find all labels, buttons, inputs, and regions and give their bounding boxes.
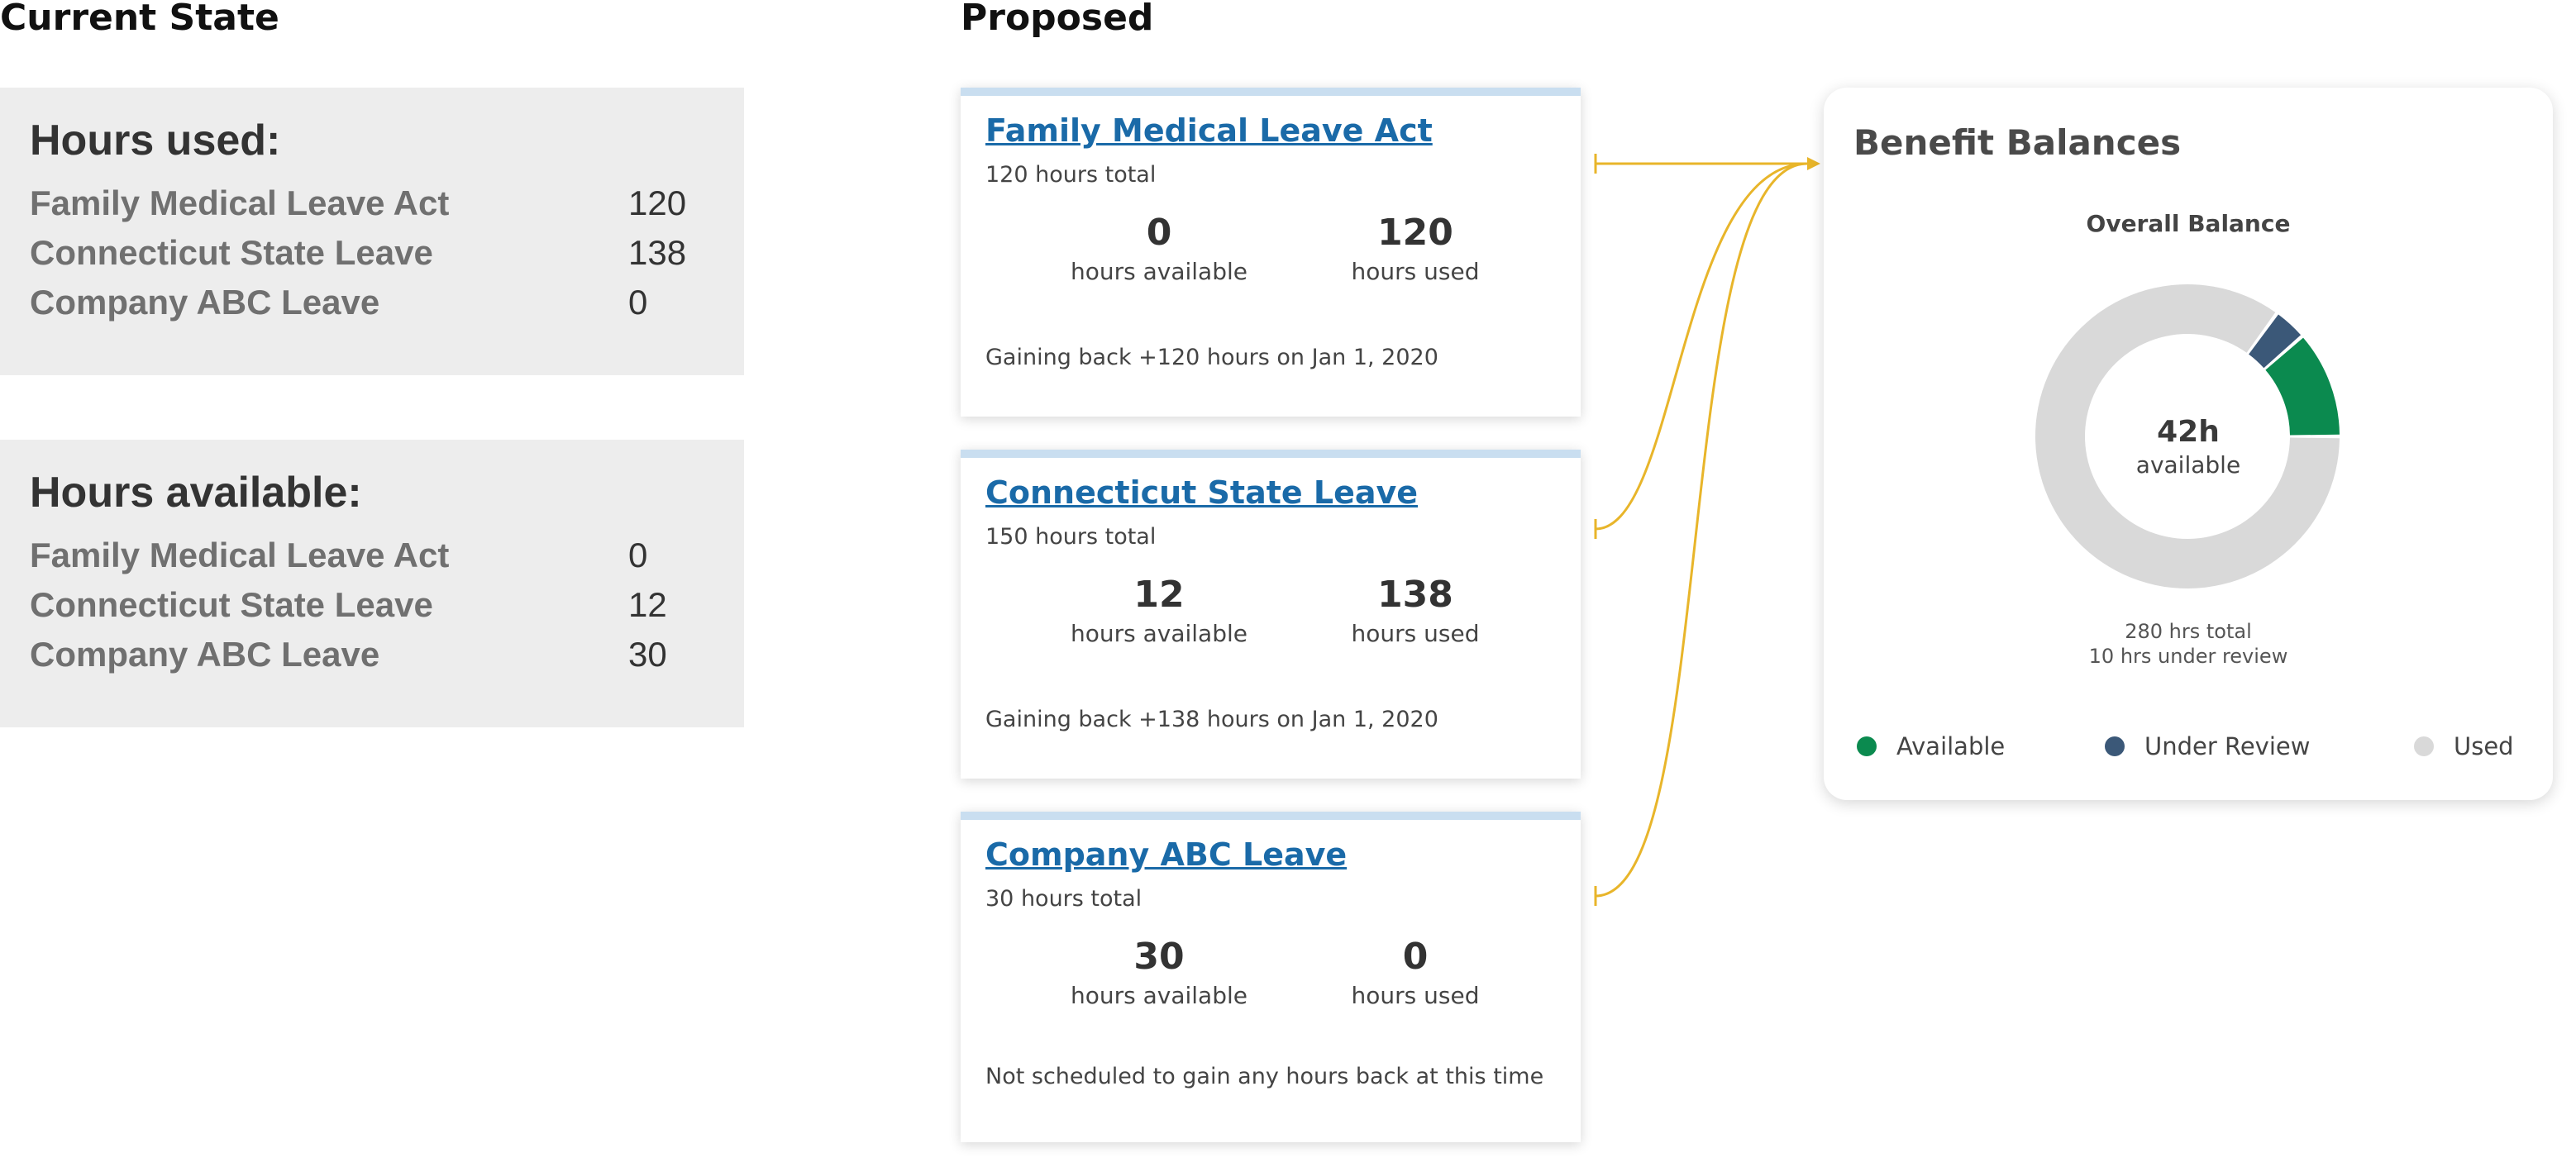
leave-name: Connecticut State Leave bbox=[30, 233, 433, 272]
hours-available-value: 12 bbox=[1133, 574, 1185, 616]
leave-card-total: 30 hours total bbox=[985, 886, 1143, 912]
leave-value: 30 bbox=[628, 635, 667, 674]
hours-available-label: hours available bbox=[1070, 258, 1247, 285]
legend-available: Available bbox=[1857, 732, 2005, 760]
leave-name: Connecticut State Leave bbox=[30, 585, 433, 624]
leave-card-total: 150 hours total bbox=[985, 524, 1157, 550]
legend-dot-icon bbox=[2105, 736, 2125, 756]
leave-value: 120 bbox=[628, 183, 687, 222]
legend-under-review: Under Review bbox=[2105, 732, 2310, 760]
overall-balance-label: Overall Balance bbox=[2086, 210, 2291, 237]
hours-available-stat: 12 hours available bbox=[1043, 572, 1275, 647]
leave-card-company-abc: Company ABC Leave 30 hours total 30 hour… bbox=[961, 812, 1581, 1142]
donut-center-value: 42h bbox=[2157, 415, 2220, 449]
hours-available-value: 0 bbox=[1146, 212, 1172, 254]
current-state-heading: Current State bbox=[0, 0, 279, 39]
leave-card-title-link[interactable]: Company ABC Leave bbox=[985, 836, 1347, 873]
hours-used-stat: 120 hours used bbox=[1300, 210, 1531, 285]
hours-used-label: hours used bbox=[1351, 620, 1480, 647]
hours-used-row: Connecticut State Leave 138 bbox=[30, 233, 714, 283]
leave-name: Company ABC Leave bbox=[30, 283, 380, 322]
hours-used-value: 138 bbox=[1377, 574, 1453, 616]
hours-used-value: 0 bbox=[1402, 936, 1429, 978]
leave-name: Family Medical Leave Act bbox=[30, 536, 450, 574]
hours-available-stat: 0 hours available bbox=[1043, 210, 1275, 285]
connector-line bbox=[1595, 162, 1808, 531]
hours-available-panel: Hours available: Family Medical Leave Ac… bbox=[0, 440, 744, 727]
leave-card-fmla: Family Medical Leave Act 120 hours total… bbox=[961, 88, 1581, 417]
hours-available-title: Hours available: bbox=[30, 469, 362, 517]
hours-available-row: Company ABC Leave 30 bbox=[30, 635, 714, 684]
leave-value: 138 bbox=[628, 233, 687, 272]
hours-used-stat: 0 hours used bbox=[1300, 934, 1531, 1009]
hours-available-value: 30 bbox=[1133, 936, 1185, 978]
hours-used-label: hours used bbox=[1351, 258, 1480, 285]
leave-card-note: Not scheduled to gain any hours back at … bbox=[985, 1064, 1544, 1089]
legend-label: Used bbox=[2454, 732, 2514, 760]
legend-dot-icon bbox=[2414, 736, 2434, 756]
connector-line bbox=[1595, 162, 1808, 898]
arrowhead-icon bbox=[1807, 157, 1820, 170]
benefit-balances-title: Benefit Balances bbox=[1853, 122, 2182, 163]
hours-used-panel: Hours used: Family Medical Leave Act 120… bbox=[0, 88, 744, 375]
proposed-heading: Proposed bbox=[961, 0, 1154, 39]
leave-value: 0 bbox=[628, 536, 648, 574]
leave-name: Family Medical Leave Act bbox=[30, 183, 450, 222]
hours-available-row: Connecticut State Leave 12 bbox=[30, 585, 714, 635]
leave-card-note: Gaining back +120 hours on Jan 1, 2020 bbox=[985, 345, 1438, 370]
leave-name: Company ABC Leave bbox=[30, 635, 380, 674]
legend-dot-icon bbox=[1857, 736, 1877, 756]
total-hours-text: 280 hrs total bbox=[2125, 620, 2252, 643]
legend-label: Available bbox=[1896, 732, 2006, 760]
leave-card-title-link[interactable]: Connecticut State Leave bbox=[985, 474, 1418, 511]
hours-used-title: Hours used: bbox=[30, 117, 281, 164]
legend-label: Under Review bbox=[2144, 732, 2311, 760]
benefit-balances-panel: Benefit Balances Overall Balance 42h ava… bbox=[1824, 88, 2553, 800]
hours-available-label: hours available bbox=[1070, 982, 1247, 1009]
hours-available-row: Family Medical Leave Act 0 bbox=[30, 536, 714, 585]
hours-used-row: Company ABC Leave 0 bbox=[30, 283, 714, 332]
hours-used-stat: 138 hours used bbox=[1300, 572, 1531, 647]
legend-used: Used bbox=[2414, 732, 2514, 760]
hours-available-stat: 30 hours available bbox=[1043, 934, 1275, 1009]
hours-used-value: 120 bbox=[1377, 212, 1453, 254]
donut-center-label: available bbox=[2135, 451, 2241, 479]
leave-card-title-link[interactable]: Family Medical Leave Act bbox=[985, 112, 1433, 149]
leave-card-note: Gaining back +138 hours on Jan 1, 2020 bbox=[985, 707, 1438, 732]
leave-card-connecticut: Connecticut State Leave 150 hours total … bbox=[961, 450, 1581, 779]
under-review-text: 10 hrs under review bbox=[2088, 645, 2288, 668]
hours-available-label: hours available bbox=[1070, 620, 1247, 647]
leave-value: 0 bbox=[628, 283, 648, 322]
hours-used-row: Family Medical Leave Act 120 bbox=[30, 183, 714, 233]
leave-card-total: 120 hours total bbox=[985, 162, 1157, 188]
leave-value: 12 bbox=[628, 585, 667, 624]
hours-used-label: hours used bbox=[1351, 982, 1480, 1009]
